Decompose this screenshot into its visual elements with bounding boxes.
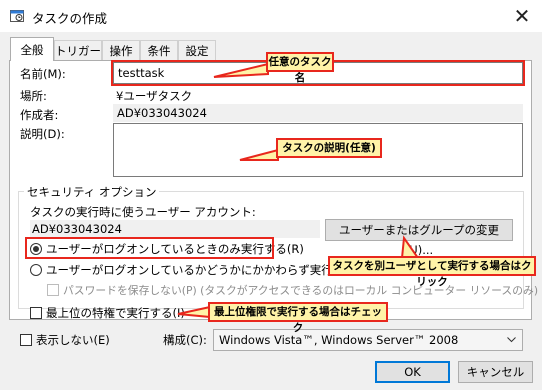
callout-task-name: 任意のタスク名 <box>266 52 334 84</box>
callout-tail-task-name <box>213 62 269 78</box>
callout-highest-privilege: 最上位権限で実行する場合はチェック <box>208 302 388 334</box>
callout-task-description: タスクの説明(任意) <box>276 138 382 158</box>
callout-tail-run-as <box>400 235 420 259</box>
callout-tail-privilege <box>177 305 211 319</box>
callout-run-as-other-user: タスクを別ユーザとして実行する場合はクリック <box>328 256 536 288</box>
callout-tail-description <box>239 148 279 161</box>
